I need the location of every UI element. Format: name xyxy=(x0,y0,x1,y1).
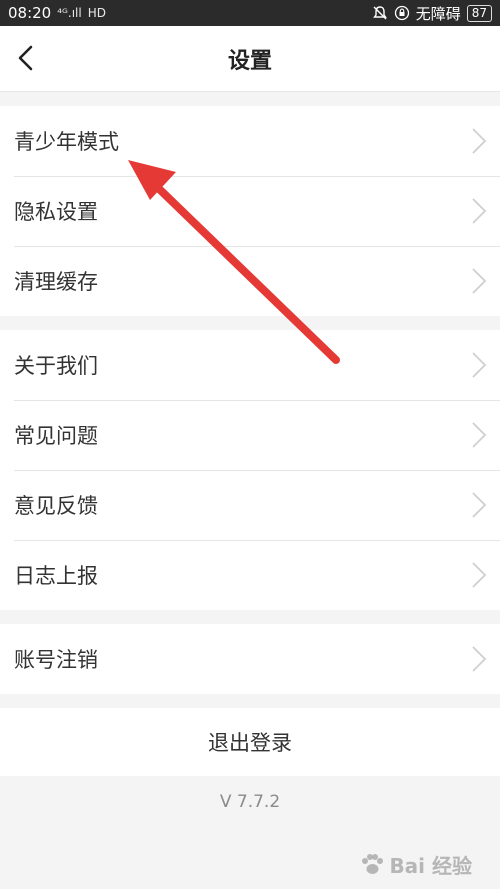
back-button[interactable] xyxy=(8,40,44,76)
row-label: 日志上报 xyxy=(14,564,98,588)
row-label: 隐私设置 xyxy=(14,200,98,224)
logout-label: 退出登录 xyxy=(208,731,292,755)
status-right: 无障碍 87 xyxy=(372,3,492,24)
status-time: 08:20 xyxy=(8,4,52,22)
status-bar: 08:20 ⁴ᴳ.ıll HD 无障碍 87 xyxy=(0,0,500,26)
signal-icon: ⁴ᴳ.ıll xyxy=(57,6,82,20)
paw-icon xyxy=(362,853,384,874)
row-log-report[interactable]: 日志上报 xyxy=(0,540,500,610)
chevron-right-icon xyxy=(472,492,487,518)
lock-icon xyxy=(394,5,409,21)
app-header: 设置 xyxy=(0,26,500,92)
row-label: 常见问题 xyxy=(14,424,98,448)
row-about-us[interactable]: 关于我们 xyxy=(0,330,500,400)
row-label: 关于我们 xyxy=(14,354,98,378)
settings-group-3: 账号注销 xyxy=(0,624,500,694)
row-label: 意见反馈 xyxy=(14,494,98,518)
logout-button[interactable]: 退出登录 xyxy=(0,708,500,776)
hd-icon: HD xyxy=(87,6,106,20)
chevron-right-icon xyxy=(472,198,487,224)
bell-muted-icon xyxy=(372,6,387,20)
chevron-left-icon xyxy=(18,45,33,71)
baidu-watermark: Bai 经验 xyxy=(359,850,472,879)
chevron-right-icon xyxy=(472,352,487,378)
row-label: 账号注销 xyxy=(14,648,98,672)
row-feedback[interactable]: 意见反馈 xyxy=(0,470,500,540)
row-privacy-settings[interactable]: 隐私设置 xyxy=(0,176,500,246)
row-clear-cache[interactable]: 清理缓存 xyxy=(0,246,500,316)
status-left: 08:20 ⁴ᴳ.ıll HD xyxy=(8,4,106,22)
row-faq[interactable]: 常见问题 xyxy=(0,400,500,470)
row-youth-mode[interactable]: 青少年模式 xyxy=(0,106,500,176)
watermark-text: Bai 经验 xyxy=(389,854,472,878)
network-status-text: 无障碍 xyxy=(415,4,461,23)
row-account-cancel[interactable]: 账号注销 xyxy=(0,624,500,694)
battery-indicator: 87 xyxy=(466,4,492,22)
chevron-right-icon xyxy=(472,562,487,588)
row-label: 清理缓存 xyxy=(14,270,98,294)
chevron-right-icon xyxy=(472,422,487,448)
chevron-right-icon xyxy=(472,128,487,154)
settings-group-2: 关于我们 常见问题 意见反馈 日志上报 xyxy=(0,330,500,610)
row-label: 青少年模式 xyxy=(14,130,119,154)
page-title: 设置 xyxy=(227,48,272,74)
chevron-right-icon xyxy=(472,646,487,672)
settings-group-1: 青少年模式 隐私设置 清理缓存 xyxy=(0,106,500,316)
chevron-right-icon xyxy=(472,268,487,294)
version-text: V 7.7.2 xyxy=(219,792,281,812)
